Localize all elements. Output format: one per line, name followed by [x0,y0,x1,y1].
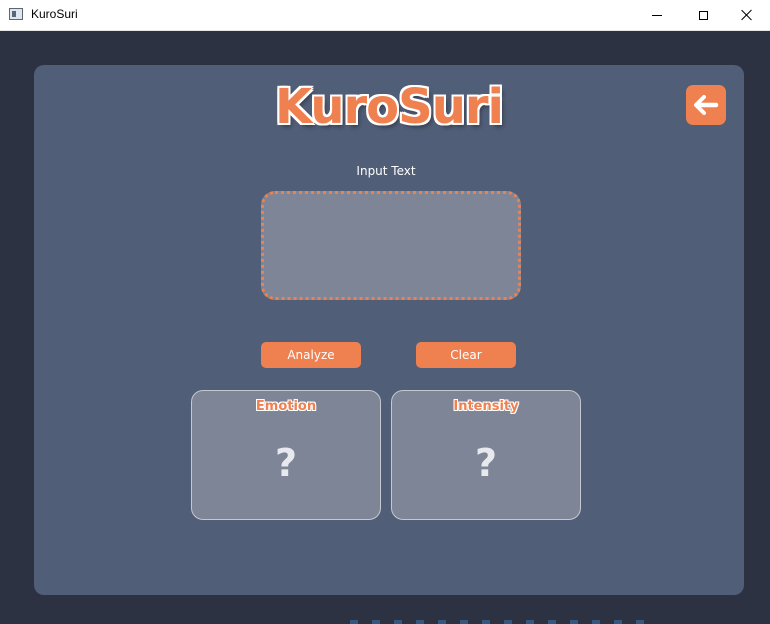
maximize-button[interactable] [680,0,726,30]
arrow-left-icon [694,95,719,115]
app-logo: KuroSuri [274,79,504,135]
clear-button[interactable]: Clear [416,342,516,368]
emotion-result-box: Emotion ? [191,390,381,520]
intensity-title: Intensity [453,399,519,414]
minimize-icon [652,14,662,16]
input-text-label: Input Text [356,164,416,178]
close-icon [741,9,753,21]
emotion-title: Emotion [255,399,317,414]
intensity-result-box: Intensity ? [391,390,581,520]
close-button[interactable] [724,0,770,30]
taskbar-peek [350,620,650,624]
analyze-button[interactable]: Analyze [261,342,361,368]
title-bar[interactable]: KuroSuri [0,0,770,31]
emotion-value: ? [274,441,298,485]
window-title: KuroSuri [31,7,78,21]
intensity-value: ? [474,441,498,485]
input-text-field[interactable] [261,191,521,300]
back-button[interactable] [686,85,726,125]
main-card: KuroSuri Input Text Analyze Clear Emotio… [34,65,744,595]
minimize-button[interactable] [634,0,680,30]
app-window-icon [9,8,23,20]
maximize-icon [698,10,708,20]
app-window: KuroSuri KuroSuri Input Text Analyze Cle… [0,0,770,624]
